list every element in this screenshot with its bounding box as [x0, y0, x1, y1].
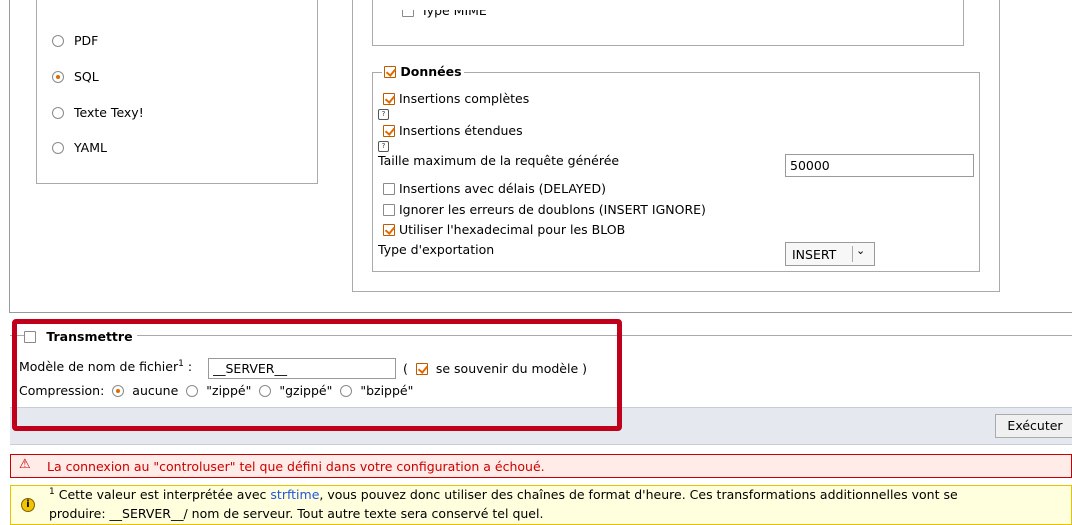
format-yaml-label: YAML [73, 140, 107, 155]
extended-inserts-checkbox[interactable] [383, 124, 395, 137]
ignore-errors-label: Ignorer les erreurs de doublons (INSERT … [398, 202, 706, 217]
delayed-inserts-checkbox[interactable] [383, 182, 395, 195]
notice-line-2: produire: __SERVER__/ nom de serveur. To… [49, 506, 544, 521]
format-texy-label: Texte Texy! [73, 105, 144, 120]
notice-text-part1: Cette valeur est interprétée avec [58, 487, 271, 503]
format-option-pdf[interactable]: PDF [52, 32, 98, 48]
notice-footnote: 1 [49, 487, 55, 497]
extended-inserts-label: Insertions étendues [398, 123, 523, 138]
complete-inserts-label: Insertions complètes [398, 91, 530, 106]
ignore-errors-checkbox[interactable] [383, 203, 395, 216]
extended-inserts-help-icon[interactable]: ? [378, 141, 389, 152]
complete-inserts-help-icon[interactable]: ? [378, 109, 389, 120]
error-message-text: La connexion au "controluser" tel que dé… [47, 459, 545, 474]
format-pdf-radio[interactable] [52, 34, 64, 47]
format-sql-label: SQL [73, 69, 99, 84]
select-divider [852, 246, 853, 262]
format-option-sql[interactable]: SQL [52, 68, 99, 84]
format-yaml-radio[interactable] [52, 141, 64, 154]
hex-blob-option[interactable]: Utiliser l'hexadecimal pour les BLOB [383, 221, 625, 237]
max-query-label: Taille maximum de la requête générée [378, 153, 620, 168]
format-sql-radio[interactable] [52, 70, 64, 83]
delayed-inserts-option[interactable]: Insertions avec délais (DELAYED) [383, 180, 606, 196]
structure-fieldset [372, 0, 964, 46]
info-icon: i [21, 498, 35, 512]
complete-inserts-option[interactable]: Insertions complètes [383, 90, 529, 106]
chevron-down-icon: ⌄ [856, 244, 866, 257]
data-legend-label: Données [400, 64, 462, 79]
hex-blob-checkbox[interactable] [383, 223, 395, 236]
complete-inserts-checkbox[interactable] [383, 92, 395, 105]
export-type-value: INSERT [792, 247, 837, 262]
hex-blob-label: Utiliser l'hexadecimal pour les BLOB [398, 222, 626, 237]
error-message-box: ⚠ La connexion au "controluser" tel que … [10, 454, 1072, 478]
format-texy-radio[interactable] [52, 106, 64, 119]
export-format-box [36, 0, 318, 184]
ignore-errors-option[interactable]: Ignorer les erreurs de doublons (INSERT … [383, 201, 706, 217]
execute-button[interactable]: Exécuter [995, 414, 1072, 438]
format-pdf-label: PDF [73, 33, 99, 48]
warning-icon: ⚠ [19, 457, 31, 472]
delayed-inserts-label: Insertions avec délais (DELAYED) [398, 181, 606, 196]
strftime-link[interactable]: strftime [270, 487, 319, 502]
format-option-yaml[interactable]: YAML [52, 139, 107, 155]
max-query-size-input[interactable] [785, 154, 974, 177]
notice-box: i 1 Cette valeur est interprétée avec st… [10, 485, 1072, 525]
data-section-checkbox[interactable] [384, 65, 396, 78]
data-legend: Données [382, 63, 464, 79]
export-type-label: Type d'exportation [378, 242, 495, 257]
notice-text-part2: , vous pouvez donc utiliser des chaînes … [319, 487, 958, 503]
form-border-bottom [9, 312, 1072, 313]
highlight-annotation [12, 319, 622, 431]
form-border-left [9, 0, 10, 312]
notice-line-1: 1 Cette valeur est interprétée avec strf… [49, 487, 958, 502]
export-type-select[interactable]: INSERT ⌄ [785, 242, 875, 266]
extended-inserts-option[interactable]: Insertions étendues [383, 122, 523, 138]
format-option-texy[interactable]: Texte Texy! [52, 104, 144, 120]
